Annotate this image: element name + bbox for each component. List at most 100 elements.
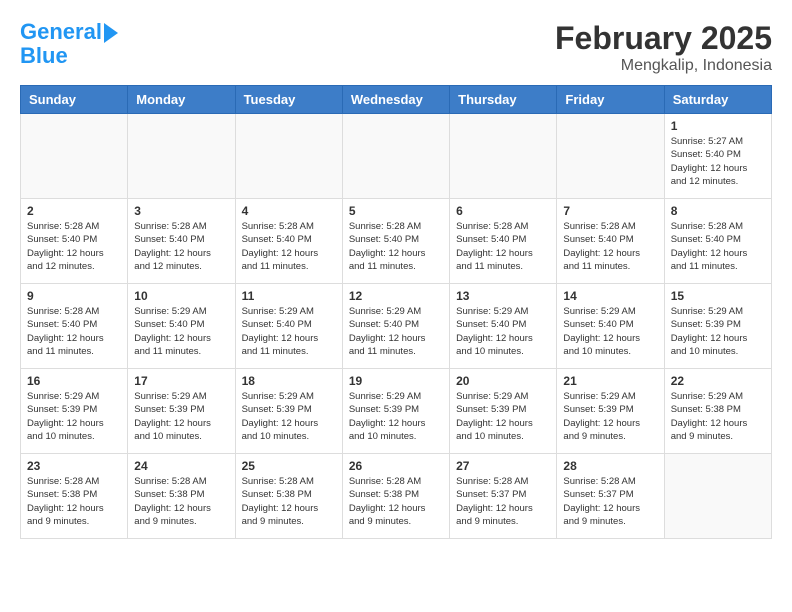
day-number: 12 — [349, 289, 443, 303]
calendar-cell: 4 Sunrise: 5:28 AMSunset: 5:40 PMDaylight… — [235, 199, 342, 284]
column-header-sunday: Sunday — [21, 86, 128, 114]
day-info: Sunrise: 5:29 AMSunset: 5:39 PMDaylight:… — [242, 390, 336, 443]
day-info: Sunrise: 5:28 AMSunset: 5:38 PMDaylight:… — [27, 475, 121, 528]
calendar-header-row: SundayMondayTuesdayWednesdayThursdayFrid… — [21, 86, 772, 114]
day-info: Sunrise: 5:28 AMSunset: 5:38 PMDaylight:… — [242, 475, 336, 528]
calendar-cell: 16 Sunrise: 5:29 AMSunset: 5:39 PMDayligh… — [21, 369, 128, 454]
day-number: 20 — [456, 374, 550, 388]
calendar-subtitle: Mengkalip, Indonesia — [555, 57, 772, 75]
day-number: 28 — [563, 459, 657, 473]
day-number: 9 — [27, 289, 121, 303]
day-number: 26 — [349, 459, 443, 473]
day-number: 5 — [349, 204, 443, 218]
column-header-tuesday: Tuesday — [235, 86, 342, 114]
calendar-cell: 11 Sunrise: 5:29 AMSunset: 5:40 PMDayligh… — [235, 284, 342, 369]
calendar-cell: 3 Sunrise: 5:28 AMSunset: 5:40 PMDaylight… — [128, 199, 235, 284]
calendar-cell — [128, 114, 235, 199]
calendar-cell: 8 Sunrise: 5:28 AMSunset: 5:40 PMDaylight… — [664, 199, 771, 284]
day-info: Sunrise: 5:28 AMSunset: 5:38 PMDaylight:… — [134, 475, 228, 528]
calendar-cell: 19 Sunrise: 5:29 AMSunset: 5:39 PMDayligh… — [342, 369, 449, 454]
day-info: Sunrise: 5:29 AMSunset: 5:39 PMDaylight:… — [349, 390, 443, 443]
title-block: February 2025 Mengkalip, Indonesia — [555, 20, 772, 75]
calendar-cell: 21 Sunrise: 5:29 AMSunset: 5:39 PMDayligh… — [557, 369, 664, 454]
day-info: Sunrise: 5:28 AMSunset: 5:40 PMDaylight:… — [563, 220, 657, 273]
week-row-4: 16 Sunrise: 5:29 AMSunset: 5:39 PMDayligh… — [21, 369, 772, 454]
calendar-cell: 25Sunrise: 5:28 AMSunset: 5:38 PMDayligh… — [235, 454, 342, 539]
day-number: 3 — [134, 204, 228, 218]
calendar-cell — [664, 454, 771, 539]
column-header-friday: Friday — [557, 86, 664, 114]
calendar-cell: 24 Sunrise: 5:28 AMSunset: 5:38 PMDayligh… — [128, 454, 235, 539]
day-number: 18 — [242, 374, 336, 388]
day-number: 7 — [563, 204, 657, 218]
day-number: 19 — [349, 374, 443, 388]
calendar-cell — [450, 114, 557, 199]
day-number: 27 — [456, 459, 550, 473]
calendar-cell — [557, 114, 664, 199]
day-number: 15 — [671, 289, 765, 303]
day-number: 4 — [242, 204, 336, 218]
day-info: Sunrise: 5:29 AMSunset: 5:39 PMDaylight:… — [134, 390, 228, 443]
day-number: 24 — [134, 459, 228, 473]
day-info: Sunrise: 5:28 AMSunset: 5:40 PMDaylight:… — [349, 220, 443, 273]
column-header-thursday: Thursday — [450, 86, 557, 114]
day-number: 16 — [27, 374, 121, 388]
day-info: Sunrise: 5:29 AMSunset: 5:40 PMDaylight:… — [563, 305, 657, 358]
calendar-cell: 1 Sunrise: 5:27 AMSunset: 5:40 PMDaylight… — [664, 114, 771, 199]
calendar-cell — [235, 114, 342, 199]
day-info: Sunrise: 5:29 AMSunset: 5:40 PMDaylight:… — [456, 305, 550, 358]
calendar-cell: 15 Sunrise: 5:29 AMSunset: 5:39 PMDayligh… — [664, 284, 771, 369]
day-info: Sunrise: 5:28 AMSunset: 5:40 PMDaylight:… — [242, 220, 336, 273]
calendar-cell: 27Sunrise: 5:28 AMSunset: 5:37 PMDayligh… — [450, 454, 557, 539]
day-info: Sunrise: 5:27 AMSunset: 5:40 PMDaylight:… — [671, 135, 765, 188]
calendar-cell: 10 Sunrise: 5:29 AMSunset: 5:40 PMDayligh… — [128, 284, 235, 369]
calendar-cell: 12Sunrise: 5:29 AMSunset: 5:40 PMDayligh… — [342, 284, 449, 369]
day-info: Sunrise: 5:28 AMSunset: 5:40 PMDaylight:… — [27, 305, 121, 358]
calendar-title: February 2025 — [555, 20, 772, 57]
day-info: Sunrise: 5:28 AMSunset: 5:40 PMDaylight:… — [456, 220, 550, 273]
day-number: 22 — [671, 374, 765, 388]
logo-arrow-icon — [104, 23, 118, 43]
day-number: 11 — [242, 289, 336, 303]
logo-blue-text: Blue — [20, 44, 118, 68]
calendar-cell: 13 Sunrise: 5:29 AMSunset: 5:40 PMDayligh… — [450, 284, 557, 369]
calendar-cell: 17 Sunrise: 5:29 AMSunset: 5:39 PMDayligh… — [128, 369, 235, 454]
calendar-cell: 2 Sunrise: 5:28 AMSunset: 5:40 PMDaylight… — [21, 199, 128, 284]
calendar-cell: 18 Sunrise: 5:29 AMSunset: 5:39 PMDayligh… — [235, 369, 342, 454]
day-info: Sunrise: 5:29 AMSunset: 5:40 PMDaylight:… — [134, 305, 228, 358]
day-number: 21 — [563, 374, 657, 388]
day-info: Sunrise: 5:28 AMSunset: 5:40 PMDaylight:… — [134, 220, 228, 273]
calendar-cell: 7 Sunrise: 5:28 AMSunset: 5:40 PMDaylight… — [557, 199, 664, 284]
calendar-cell: 28Sunrise: 5:28 AMSunset: 5:37 PMDayligh… — [557, 454, 664, 539]
day-info: Sunrise: 5:29 AMSunset: 5:39 PMDaylight:… — [563, 390, 657, 443]
day-info: Sunrise: 5:28 AMSunset: 5:40 PMDaylight:… — [27, 220, 121, 273]
day-number: 1 — [671, 119, 765, 133]
calendar-cell: 26 Sunrise: 5:28 AMSunset: 5:38 PMDayligh… — [342, 454, 449, 539]
day-number: 13 — [456, 289, 550, 303]
day-number: 10 — [134, 289, 228, 303]
calendar-cell — [21, 114, 128, 199]
day-number: 8 — [671, 204, 765, 218]
day-number: 6 — [456, 204, 550, 218]
column-header-wednesday: Wednesday — [342, 86, 449, 114]
day-info: Sunrise: 5:29 AMSunset: 5:39 PMDaylight:… — [456, 390, 550, 443]
page-header: General Blue February 2025 Mengkalip, In… — [20, 20, 772, 75]
day-info: Sunrise: 5:29 AMSunset: 5:39 PMDaylight:… — [671, 305, 765, 358]
day-info: Sunrise: 5:29 AMSunset: 5:39 PMDaylight:… — [27, 390, 121, 443]
week-row-5: 23 Sunrise: 5:28 AMSunset: 5:38 PMDayligh… — [21, 454, 772, 539]
calendar-cell: 20 Sunrise: 5:29 AMSunset: 5:39 PMDayligh… — [450, 369, 557, 454]
calendar-cell: 22 Sunrise: 5:29 AMSunset: 5:38 PMDayligh… — [664, 369, 771, 454]
day-number: 17 — [134, 374, 228, 388]
day-info: Sunrise: 5:29 AMSunset: 5:38 PMDaylight:… — [671, 390, 765, 443]
week-row-1: 1 Sunrise: 5:27 AMSunset: 5:40 PMDaylight… — [21, 114, 772, 199]
day-number: 23 — [27, 459, 121, 473]
calendar-cell: 14Sunrise: 5:29 AMSunset: 5:40 PMDayligh… — [557, 284, 664, 369]
week-row-3: 9 Sunrise: 5:28 AMSunset: 5:40 PMDaylight… — [21, 284, 772, 369]
day-info: Sunrise: 5:29 AMSunset: 5:40 PMDaylight:… — [242, 305, 336, 358]
day-number: 2 — [27, 204, 121, 218]
calendar-cell: 5 Sunrise: 5:28 AMSunset: 5:40 PMDaylight… — [342, 199, 449, 284]
calendar-table: SundayMondayTuesdayWednesdayThursdayFrid… — [20, 85, 772, 539]
day-info: Sunrise: 5:28 AMSunset: 5:40 PMDaylight:… — [671, 220, 765, 273]
logo-text: General — [20, 20, 102, 44]
day-info: Sunrise: 5:28 AMSunset: 5:38 PMDaylight:… — [349, 475, 443, 528]
